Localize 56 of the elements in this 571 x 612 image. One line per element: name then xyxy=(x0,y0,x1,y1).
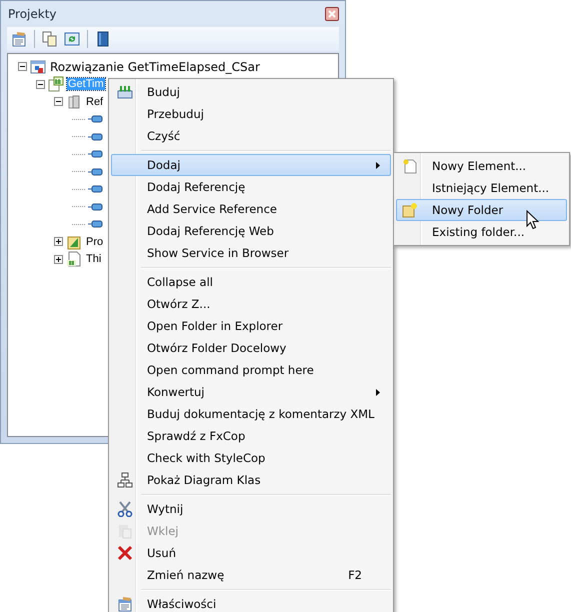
project-icon xyxy=(48,76,64,92)
close-button[interactable] xyxy=(325,7,339,21)
mouse-cursor-icon xyxy=(526,210,539,230)
menu-item[interactable]: Właściwości xyxy=(111,593,391,612)
tree-item[interactable]: Pro xyxy=(85,236,104,248)
copy-icon xyxy=(42,31,58,47)
menu-item[interactable]: Otwórz Folder Docelowy xyxy=(111,337,391,359)
menu-item[interactable]: Czyść xyxy=(111,125,391,147)
properties-folder-icon xyxy=(66,234,82,250)
menu-item[interactable]: Collapse all xyxy=(111,271,391,293)
expand-icon[interactable] xyxy=(54,237,63,246)
submenu-arrow-icon xyxy=(376,389,380,396)
menu-item[interactable]: Add Service Reference xyxy=(111,198,391,220)
panel-title: Projekty xyxy=(8,7,57,21)
menu-item[interactable]: Konwertuj xyxy=(111,381,391,403)
scissors-icon xyxy=(117,501,133,517)
references-icon xyxy=(66,94,82,110)
build-icon xyxy=(117,84,133,100)
collapse-icon[interactable] xyxy=(18,62,27,72)
delete-icon xyxy=(117,545,133,561)
menu-item[interactable]: Check with StyleCop xyxy=(111,447,391,469)
collapse-icon[interactable] xyxy=(36,80,45,89)
menu-item[interactable]: Wytnij xyxy=(111,498,391,520)
menu-item[interactable]: Pokaż Diagram Klas xyxy=(111,469,391,491)
menu-item[interactable]: Existing folder... xyxy=(396,221,567,243)
menu-item[interactable]: Usuń xyxy=(111,542,391,564)
menu-item[interactable]: Sprawdź z FxCop xyxy=(111,425,391,447)
collapse-icon[interactable] xyxy=(54,97,63,106)
book-icon xyxy=(95,31,111,47)
properties-icon xyxy=(117,596,133,612)
menu-item[interactable]: Nowy Folder xyxy=(396,199,567,221)
menu-item[interactable]: Nowy Element... xyxy=(396,155,567,177)
menu-item[interactable]: Buduj dokumentację z komentarzy XML xyxy=(111,403,391,425)
menu-item[interactable]: Buduj xyxy=(111,81,391,103)
menu-item[interactable]: Istniejący Element... xyxy=(396,177,567,199)
tree-item[interactable]: Rozwiązanie GetTimeElapsed_CSar xyxy=(49,60,261,74)
menu-item[interactable]: Open Folder in Explorer xyxy=(111,315,391,337)
new-item-icon xyxy=(402,158,418,174)
new-folder-icon xyxy=(402,202,418,218)
menu-item[interactable]: Dodaj Referencję xyxy=(111,176,391,198)
menu-item[interactable]: Show Service in Browser xyxy=(111,242,391,264)
menu-item[interactable]: Przebuduj xyxy=(111,103,391,125)
menu-item[interactable]: Zmień nazwę F2 xyxy=(111,564,391,586)
code-file-icon xyxy=(66,251,82,268)
expand-icon[interactable] xyxy=(54,254,63,264)
refresh-icon xyxy=(64,31,80,47)
submenu-arrow-icon xyxy=(376,162,380,169)
tree-item[interactable]: Thi xyxy=(85,253,102,266)
menu-item[interactable]: Otwórz Z... xyxy=(111,293,391,315)
menu-item[interactable]: Dodaj Referencję Web xyxy=(111,220,391,242)
menu-item[interactable]: Open command prompt here xyxy=(111,359,391,381)
solution-icon xyxy=(30,58,46,75)
properties-icon xyxy=(11,31,27,47)
class-diagram-icon xyxy=(117,472,133,488)
menu-item[interactable]: Dodaj xyxy=(111,154,391,176)
tree-item[interactable]: Ref xyxy=(85,96,104,108)
